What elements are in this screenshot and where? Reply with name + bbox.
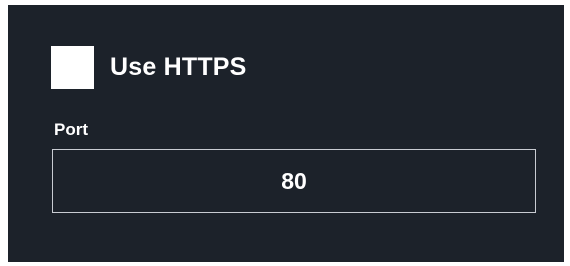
use-https-label[interactable]: Use HTTPS — [110, 53, 247, 82]
settings-panel: Use HTTPS Port — [8, 5, 564, 262]
use-https-row[interactable]: Use HTTPS — [51, 45, 247, 89]
port-input[interactable] — [52, 149, 536, 213]
port-label: Port — [54, 120, 88, 139]
use-https-checkbox[interactable] — [51, 45, 94, 89]
